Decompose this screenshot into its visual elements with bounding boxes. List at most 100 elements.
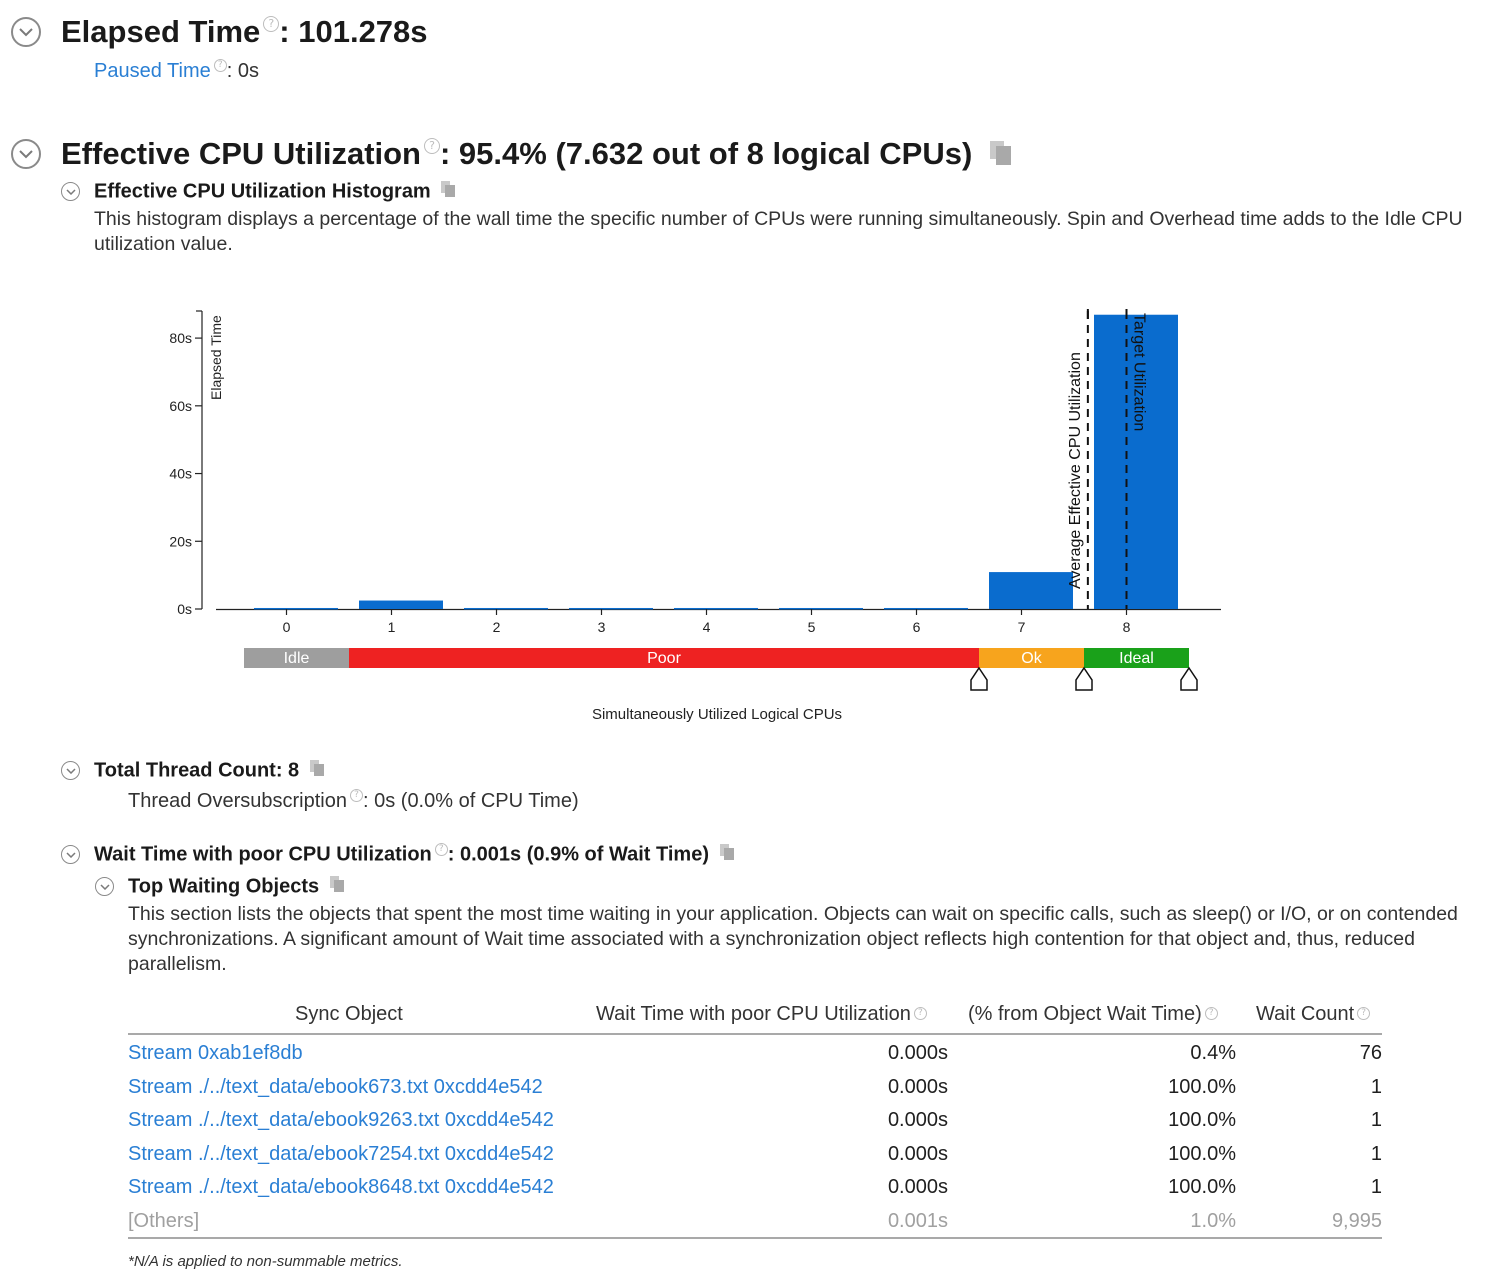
copy-icon[interactable] — [440, 180, 456, 204]
cell-sync-object[interactable]: Stream ./../text_data/ebook9263.txt 0xcd… — [128, 1109, 554, 1132]
collapse-elapsed-icon[interactable] — [11, 17, 41, 47]
paused-time-value: : 0s — [226, 60, 259, 82]
help-icon[interactable]: ? — [1357, 1007, 1371, 1020]
histogram-description: This histogram displays a percentage of … — [94, 208, 1463, 255]
collapse-threads-icon[interactable] — [61, 761, 80, 780]
paused-time-link[interactable]: Paused Time — [94, 60, 211, 82]
y-tick-label: 80s — [169, 330, 192, 346]
col-wait-time[interactable]: Wait Time with poor CPU Utilization? — [596, 1003, 927, 1026]
help-icon[interactable]: ? — [263, 16, 280, 32]
x-tick-label: 0 — [283, 619, 291, 635]
help-icon[interactable]: ? — [213, 59, 227, 72]
help-icon[interactable]: ? — [1204, 1007, 1218, 1020]
cell-pct-wait: 100.0% — [1168, 1109, 1236, 1132]
table-row[interactable]: Stream ./../text_data/ebook8648.txt 0xcd… — [128, 1169, 1382, 1203]
zone-drag-handle[interactable] — [1075, 666, 1093, 691]
histogram-svg: Elapsed Time Simultaneously Utilized Log… — [169, 309, 1221, 723]
cell-sync-object: [Others] — [128, 1209, 200, 1232]
cell-pct-wait: 100.0% — [1168, 1176, 1236, 1199]
elapsed-time-value: : 101.278s — [279, 14, 428, 49]
cell-pct-wait: 100.0% — [1168, 1075, 1236, 1098]
zone-drag-handle[interactable] — [970, 666, 988, 691]
histogram-bar[interactable] — [569, 607, 653, 610]
col-sync-object[interactable]: Sync Object — [295, 1003, 403, 1026]
zone-drag-handle[interactable] — [1180, 666, 1198, 691]
avg-utilization-label: Average Effective CPU Utilization — [1067, 352, 1084, 589]
x-tick-label: 7 — [1018, 619, 1026, 635]
help-icon[interactable]: ? — [434, 843, 448, 856]
cell-wait-time: 0.000s — [887, 1042, 948, 1064]
col-wait-count[interactable]: Wait Count? — [1256, 1003, 1371, 1026]
cell-pct-wait: 100.0% — [1168, 1142, 1236, 1165]
table-bottom-rule — [128, 1236, 1382, 1239]
table-body: Stream 0xab1ef8db 0.000s 0.4% 76 Stream ./..… — [128, 1035, 1382, 1237]
paused-time-line: Paused Time?: 0s — [94, 59, 259, 84]
col-pct-wait[interactable]: (% from Object Wait Time)? — [968, 1003, 1218, 1026]
col-pct-wait-label: (% from Object Wait Time) — [968, 1003, 1202, 1025]
collapse-top-waiting-icon[interactable] — [95, 877, 114, 896]
table-header: Sync Object Wait Time with poor CPU Util… — [128, 1000, 1382, 1035]
elapsed-time-label: Elapsed Time — [61, 14, 261, 49]
cell-pct-wait: 0.4% — [1190, 1042, 1236, 1064]
thread-count-title: Total Thread Count: 8 — [94, 759, 300, 782]
table-row[interactable]: Stream ./../text_data/ebook673.txt 0xcdd… — [128, 1069, 1382, 1103]
collapse-cpu-icon[interactable] — [11, 139, 41, 169]
copy-icon[interactable] — [329, 875, 345, 899]
cell-sync-object[interactable]: Stream ./../text_data/ebook8648.txt 0xcd… — [128, 1176, 554, 1199]
oversubscription-label: Thread Oversubscription — [128, 790, 347, 812]
cpu-histogram-chart: Elapsed Time Simultaneously Utilized Log… — [0, 290, 1503, 740]
cell-sync-object[interactable]: Stream 0xab1ef8db — [128, 1042, 303, 1065]
copy-icon[interactable] — [989, 138, 1013, 174]
help-icon[interactable]: ? — [913, 1007, 927, 1020]
cell-wait-time: 0.001s — [887, 1209, 948, 1232]
collapse-wait-icon[interactable] — [61, 845, 80, 864]
x-tick-label: 2 — [493, 619, 501, 635]
y-tick-label: 40s — [169, 466, 192, 482]
histogram-bar[interactable] — [254, 607, 338, 610]
histogram-title-text: Effective CPU Utilization Histogram — [94, 180, 431, 203]
y-tick-label: 60s — [169, 398, 192, 414]
table-row[interactable]: Stream ./../text_data/ebook7254.txt 0xcd… — [128, 1136, 1382, 1170]
cell-wait-time: 0.000s — [887, 1176, 948, 1199]
table-row[interactable]: Stream 0xab1ef8db 0.000s 0.4% 76 — [128, 1035, 1382, 1069]
cell-wait-time: 0.000s — [887, 1109, 948, 1132]
waiting-objects-table: Sync Object Wait Time with poor CPU Util… — [128, 1000, 1382, 1239]
cell-wait-count: 76 — [1359, 1042, 1382, 1064]
cell-wait-count: 9,995 — [1331, 1209, 1382, 1232]
top-waiting-description: This section lists the objects that spen… — [128, 903, 1458, 975]
y-axis-label: Elapsed Time — [208, 315, 224, 400]
x-tick-label: 1 — [388, 619, 396, 635]
x-tick-label: 3 — [598, 619, 606, 635]
help-icon[interactable]: ? — [424, 138, 440, 154]
cell-sync-object[interactable]: Stream ./../text_data/ebook673.txt 0xcdd… — [128, 1076, 543, 1099]
col-wait-time-label: Wait Time with poor CPU Utilization — [596, 1003, 911, 1025]
zone-label: Poor — [647, 650, 681, 667]
histogram-bar[interactable] — [884, 607, 968, 610]
histogram-bar[interactable] — [674, 607, 758, 610]
cell-wait-count: 1 — [1370, 1109, 1382, 1132]
zone-label: Ok — [1021, 650, 1042, 667]
wait-time-value: : 0.001s (0.9% of Wait Time) — [447, 843, 709, 866]
copy-icon[interactable] — [309, 759, 325, 783]
cell-sync-object[interactable]: Stream ./../text_data/ebook7254.txt 0xcd… — [128, 1143, 554, 1166]
cell-wait-time: 0.000s — [887, 1075, 948, 1098]
x-axis-label: Simultaneously Utilized Logical CPUs — [592, 706, 842, 723]
copy-icon[interactable] — [719, 843, 735, 867]
y-tick-label: 0s — [177, 601, 192, 617]
collapse-histogram-icon[interactable] — [61, 182, 80, 201]
x-tick-label: 5 — [808, 619, 816, 635]
wait-time-label: Wait Time with poor CPU Utilization — [94, 843, 432, 866]
table-row[interactable]: Stream ./../text_data/ebook9263.txt 0xcd… — [128, 1102, 1382, 1136]
elapsed-time-heading: Elapsed Time?: 101.278s — [61, 14, 428, 50]
histogram-bar[interactable] — [359, 600, 443, 609]
help-icon[interactable]: ? — [349, 789, 363, 802]
table-row[interactable]: [Others] 0.001s 1.0% 9,995 — [128, 1203, 1382, 1237]
histogram-bar[interactable] — [779, 607, 863, 610]
cell-pct-wait: 1.0% — [1190, 1209, 1236, 1232]
histogram-bar[interactable] — [464, 607, 548, 610]
histogram-bar[interactable] — [989, 572, 1073, 609]
table-footnote: *N/A is applied to non-summable metrics. — [128, 1253, 403, 1270]
cell-wait-count: 1 — [1370, 1142, 1382, 1165]
histogram-title: Effective CPU Utilization Histogram — [94, 180, 456, 204]
col-wait-count-label: Wait Count — [1256, 1003, 1355, 1025]
